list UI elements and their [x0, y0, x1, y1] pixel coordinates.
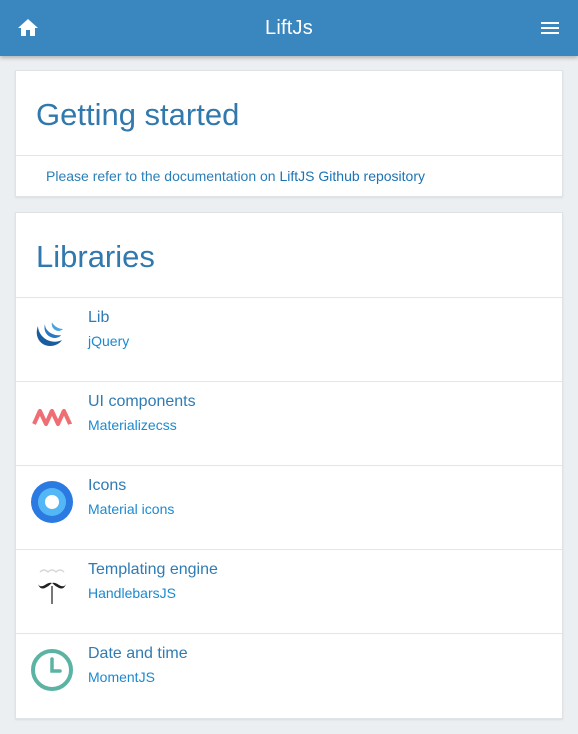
- library-item-title: Date and time: [88, 645, 188, 662]
- library-item-subtitle-link[interactable]: Material icons: [88, 501, 174, 517]
- library-item-handlebars: Templating engine HandlebarsJS: [16, 550, 562, 634]
- handlebars-icon: [38, 569, 66, 604]
- library-item-moment: Date and time MomentJS: [16, 634, 562, 717]
- material-icons-icon: [31, 481, 73, 523]
- jquery-icon: [36, 322, 63, 346]
- menu-icon[interactable]: [538, 16, 562, 40]
- library-item-subtitle-link[interactable]: jQuery: [88, 333, 129, 349]
- library-item-subtitle-link[interactable]: Materializecss: [88, 417, 177, 433]
- libraries-title: Libraries: [16, 213, 562, 298]
- getting-started-body: Please refer to the documentation on Lif…: [16, 156, 562, 196]
- top-app-bar: LiftJs: [0, 0, 578, 56]
- library-item-materialize: UI components Materializecss: [16, 382, 562, 466]
- library-item-title: Templating engine: [88, 561, 218, 578]
- app-title: LiftJs: [265, 16, 313, 39]
- library-item-subtitle-link[interactable]: MomentJS: [88, 669, 155, 685]
- library-item-title: Icons: [88, 477, 127, 494]
- getting-started-card: Getting started Please refer to the docu…: [15, 70, 563, 197]
- home-icon[interactable]: [16, 16, 40, 40]
- library-item-subtitle-link[interactable]: HandlebarsJS: [88, 585, 176, 601]
- moment-icon: [31, 649, 73, 691]
- materialize-icon: [32, 409, 72, 426]
- github-repository-link[interactable]: LiftJS Github repository: [279, 168, 425, 184]
- libraries-card: Libraries Lib jQuery UI components Mater…: [15, 212, 563, 719]
- library-item-material-icons: Icons Material icons: [16, 466, 562, 550]
- library-item-jquery: Lib jQuery: [16, 298, 562, 382]
- getting-started-text: Please refer to the documentation on: [46, 168, 280, 184]
- library-item-title: Lib: [88, 309, 110, 326]
- library-item-title: UI components: [88, 393, 196, 410]
- getting-started-title: Getting started: [16, 71, 562, 156]
